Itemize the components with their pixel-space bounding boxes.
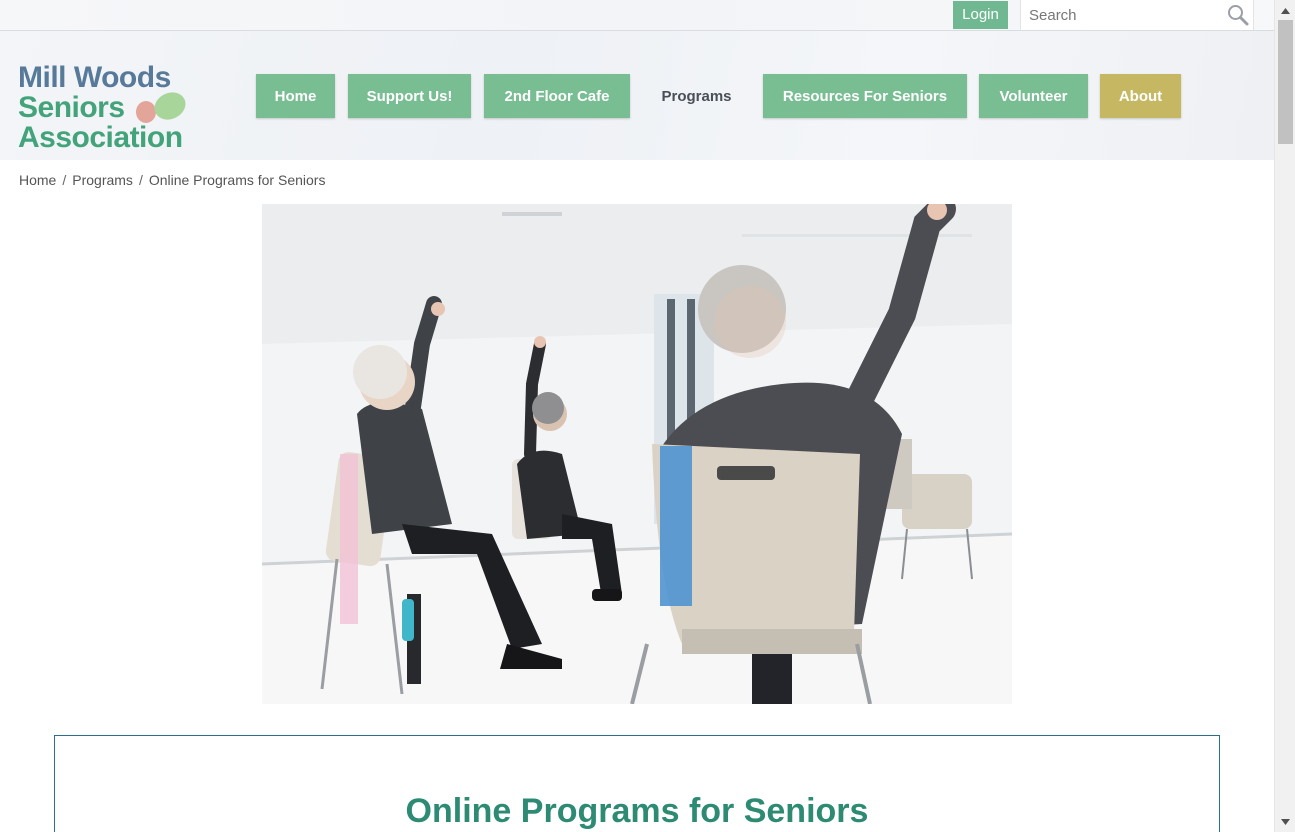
nav-home[interactable]: Home (256, 74, 335, 118)
breadcrumb-programs[interactable]: Programs (72, 172, 133, 188)
chevron-down-icon[interactable] (1275, 813, 1295, 830)
site-header: Mill Woods Seniors Association Home Supp… (0, 31, 1274, 160)
search-icon[interactable] (1227, 4, 1249, 26)
breadcrumb-separator: / (138, 172, 143, 188)
nav-2nd-floor-cafe[interactable]: 2nd Floor Cafe (484, 74, 630, 118)
breadcrumb-current: Online Programs for Seniors (148, 172, 326, 188)
chevron-up-icon[interactable] (1275, 2, 1295, 19)
breadcrumb-home[interactable]: Home (19, 172, 56, 188)
login-button[interactable]: Login (953, 1, 1008, 29)
nav-resources-for-seniors[interactable]: Resources For Seniors (763, 74, 967, 118)
nav-volunteer[interactable]: Volunteer (979, 74, 1088, 118)
search-box (1020, 0, 1254, 30)
main-nav: Home Support Us! 2nd Floor Cafe Programs… (0, 31, 1274, 160)
nav-support-us[interactable]: Support Us! (348, 74, 471, 118)
search-input[interactable] (1021, 0, 1221, 30)
hero-image (262, 204, 1012, 704)
breadcrumb: Home / Programs / Online Programs for Se… (19, 172, 325, 188)
content-card: Online Programs for Seniors (54, 735, 1220, 832)
scrollbar-thumb[interactable] (1278, 20, 1293, 144)
page-scrollbar[interactable] (1274, 0, 1295, 832)
breadcrumb-separator: / (62, 172, 67, 188)
nav-programs[interactable]: Programs (643, 74, 750, 118)
page-title: Online Programs for Seniors (405, 792, 869, 830)
nav-about[interactable]: About (1100, 74, 1181, 118)
utility-bar: Login (0, 0, 1274, 31)
